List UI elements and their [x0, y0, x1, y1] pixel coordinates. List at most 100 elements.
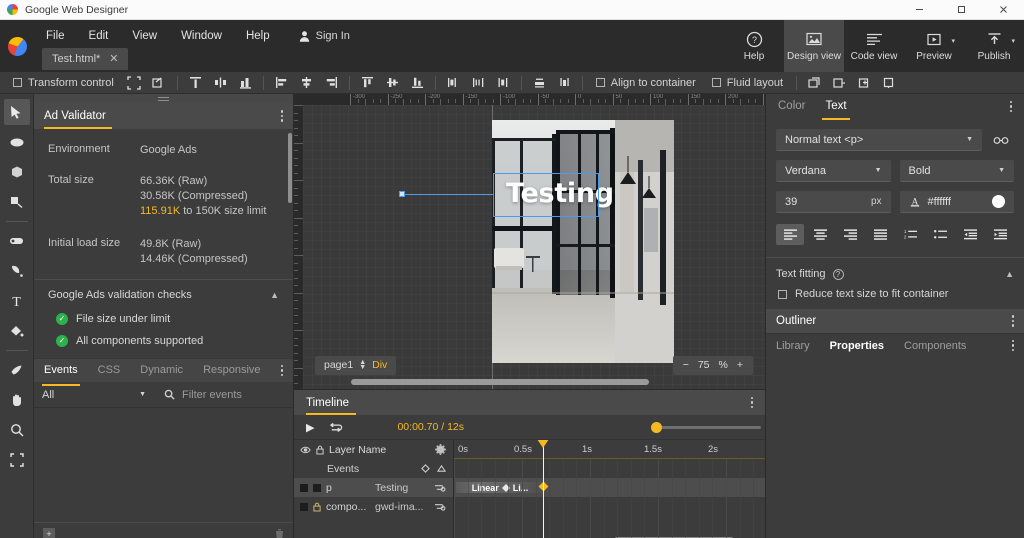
hand-tool[interactable]: [4, 387, 30, 413]
panel-menu-icon[interactable]: [750, 396, 753, 409]
align-left-button[interactable]: [776, 224, 804, 245]
zoom-tool[interactable]: [4, 417, 30, 443]
add-event-button[interactable]: +: [43, 527, 55, 538]
zoom-level-value[interactable]: 75: [698, 359, 710, 371]
text-style-select[interactable]: Normal text <p> ▼: [776, 129, 982, 151]
validation-checks-header[interactable]: Google Ads validation checks ▲: [34, 280, 293, 308]
distribute-right-icon[interactable]: [491, 72, 516, 94]
indent-button[interactable]: [986, 224, 1014, 245]
tab-properties[interactable]: Properties: [830, 340, 884, 352]
selection-tool[interactable]: [3, 99, 30, 125]
transform-control-checkbox[interactable]: Transform control: [5, 77, 122, 89]
bring-forward-icon[interactable]: [802, 72, 827, 94]
panel-menu-icon[interactable]: [1009, 100, 1012, 113]
lock-swatch[interactable]: [313, 483, 321, 492]
tab-responsive[interactable]: Responsive: [203, 360, 260, 381]
font-size-input[interactable]: 39 px: [776, 191, 891, 213]
align-right-edges-icon[interactable]: [319, 72, 344, 94]
panel-drag-handle[interactable]: [34, 94, 293, 103]
timeline-row-p[interactable]: p Testing: [294, 478, 453, 497]
event-triangle-icon[interactable]: [437, 464, 446, 473]
pen-tool[interactable]: [4, 258, 30, 284]
selection-box[interactable]: [493, 173, 599, 217]
link-animation-icon[interactable]: [433, 483, 446, 492]
tab-text[interactable]: Text: [822, 95, 850, 120]
chevron-down-icon[interactable]: ▾: [1011, 37, 1015, 45]
publish-button[interactable]: ▾ Publish: [964, 20, 1024, 72]
font-weight-select[interactable]: Bold ▼: [899, 160, 1014, 182]
tab-dynamic[interactable]: Dynamic: [140, 360, 183, 381]
menu-help[interactable]: Help: [234, 27, 282, 45]
outliner-header[interactable]: Outliner: [766, 309, 1024, 333]
tab-events[interactable]: Events: [42, 360, 80, 386]
text-fitting-header[interactable]: Text fitting ? ▲: [766, 258, 1024, 288]
canvas-horizontal-scrollbar[interactable]: [303, 379, 765, 387]
page-selector[interactable]: page1 ▲ ▼ Div: [315, 355, 397, 375]
color-swatch[interactable]: [992, 195, 1005, 208]
close-icon[interactable]: ✕: [109, 52, 118, 65]
keyframe-diamond-icon[interactable]: [421, 464, 430, 473]
align-horizontal-center-icon[interactable]: [294, 72, 319, 94]
minimize-button[interactable]: [898, 0, 940, 20]
tab-components[interactable]: Components: [904, 340, 966, 352]
text-tool[interactable]: T: [4, 288, 30, 314]
design-view-button[interactable]: Design view: [784, 20, 844, 72]
send-to-back-icon[interactable]: [877, 72, 902, 94]
shape-tool[interactable]: [4, 357, 30, 383]
timeline-zoom-slider[interactable]: [651, 421, 761, 433]
tab-css[interactable]: CSS: [98, 360, 121, 381]
zoom-in-button[interactable]: +: [737, 359, 743, 371]
timeline-playhead[interactable]: [537, 440, 549, 538]
font-color-field[interactable]: A #ffffff: [899, 191, 1014, 213]
events-list[interactable]: [34, 408, 293, 522]
animation-bar[interactable]: Linear Li...: [456, 482, 544, 493]
timeline-row-component[interactable]: compo... gwd-ima...: [294, 497, 453, 516]
distribute-centers-icon[interactable]: [466, 72, 491, 94]
align-justify-button[interactable]: [866, 224, 894, 245]
gear-icon[interactable]: [435, 444, 446, 455]
timeline-track-area[interactable]: 0s 0.5s 1s 1.5s 2s Linear Li...: [454, 440, 765, 538]
menu-edit[interactable]: Edit: [77, 27, 121, 45]
align-text-top-icon[interactable]: [183, 72, 208, 94]
maximize-button[interactable]: [940, 0, 982, 20]
lock-icon[interactable]: [313, 502, 321, 512]
outdent-button[interactable]: [956, 224, 984, 245]
3d-rotate-tool[interactable]: [4, 159, 30, 185]
timeline-row-events[interactable]: Events: [294, 459, 453, 478]
tag-tool[interactable]: [4, 228, 30, 254]
selection-handle[interactable]: [399, 191, 405, 197]
paint-bucket-tool[interactable]: [4, 318, 30, 344]
font-family-select[interactable]: Verdana ▼: [776, 160, 891, 182]
crop-tool[interactable]: [4, 447, 30, 473]
zoom-out-button[interactable]: −: [683, 359, 689, 371]
align-left-edges-icon[interactable]: [269, 72, 294, 94]
help-button[interactable]: ? Help: [724, 20, 784, 72]
align-top-edges-icon[interactable]: [355, 72, 380, 94]
timeline-ruler[interactable]: 0s 0.5s 1s 1.5s 2s: [454, 440, 765, 459]
code-view-button[interactable]: Code view: [844, 20, 904, 72]
tab-library[interactable]: Library: [776, 340, 810, 352]
fluid-layout-checkbox[interactable]: Fluid layout: [704, 77, 791, 89]
panel-menu-icon[interactable]: [1011, 315, 1014, 327]
document-tab-test-html[interactable]: Test.html* ✕: [42, 48, 128, 70]
distribute-horizontal-icon[interactable]: [441, 72, 466, 94]
preview-button[interactable]: ▾ Preview: [904, 20, 964, 72]
loop-icon[interactable]: [328, 421, 343, 433]
align-to-container-checkbox[interactable]: Align to container: [588, 77, 704, 89]
align-bottom-edges-icon[interactable]: [405, 72, 430, 94]
visibility-swatch[interactable]: [300, 502, 308, 511]
sign-in-button[interactable]: Sign In: [288, 27, 360, 46]
menu-file[interactable]: File: [34, 27, 77, 45]
unordered-list-button[interactable]: [926, 224, 954, 245]
design-canvas[interactable]: Testing page1 ▲ ▼ Div − 75 % +: [303, 105, 765, 389]
close-button[interactable]: [982, 0, 1024, 20]
3d-object-tool[interactable]: [4, 189, 30, 215]
artboard[interactable]: Testing: [492, 120, 674, 363]
align-vertical-center-icon[interactable]: [380, 72, 405, 94]
panel-menu-icon[interactable]: [280, 110, 283, 122]
send-backward-icon[interactable]: [827, 72, 852, 94]
transform-icon[interactable]: [147, 72, 172, 94]
distribute-spacing-vertical-icon[interactable]: [552, 72, 577, 94]
panel-menu-icon[interactable]: [280, 364, 284, 377]
align-right-button[interactable]: [836, 224, 864, 245]
